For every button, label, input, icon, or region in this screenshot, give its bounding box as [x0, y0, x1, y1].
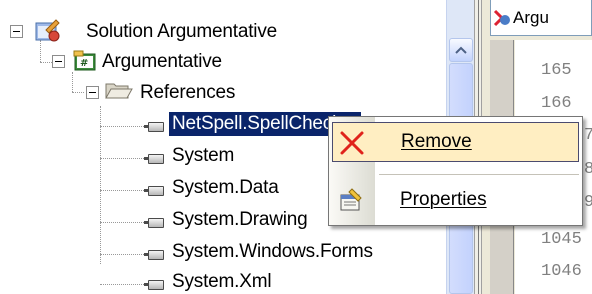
solution-label: Solution Argumentative: [86, 21, 277, 42]
svg-text:#: #: [80, 58, 88, 69]
editor-tab[interactable]: Argu: [490, 0, 592, 36]
tree-node-project[interactable]: Argumentative: [102, 47, 222, 77]
tree-node-reference-system-data[interactable]: System.Data: [172, 173, 279, 203]
line-number: 1045: [541, 230, 582, 249]
assembly-reference-icon: [144, 153, 164, 164]
tree-node-reference-system-windows-forms[interactable]: System.Windows.Forms: [172, 237, 373, 267]
tree-connector: [40, 62, 52, 63]
menu-separator: [379, 174, 579, 175]
tree-node-reference-system-xml[interactable]: System.Xml: [172, 267, 272, 294]
red-x-delete-icon: [340, 131, 364, 155]
collapse-solution-toggle[interactable]: [10, 25, 23, 38]
tree-connector: [100, 254, 144, 255]
assembly-reference-icon: [144, 217, 164, 228]
reference-label: System.Xml: [172, 271, 272, 292]
reference-label: System.Windows.Forms: [172, 241, 373, 262]
menu-item-label: Remove: [401, 131, 472, 152]
tree-connector: [100, 126, 144, 127]
line-number: 166: [541, 94, 572, 113]
tree-node-reference-system-drawing[interactable]: System.Drawing: [172, 205, 308, 235]
scroll-up-button[interactable]: [449, 38, 473, 62]
chevron-up-icon: [455, 46, 467, 54]
tree-connector: [100, 106, 101, 264]
tree-connector: [72, 92, 84, 93]
solution-icon: [35, 19, 60, 42]
assembly-reference-icon: [144, 121, 164, 132]
collapse-project-toggle[interactable]: [52, 55, 65, 68]
tree-node-solution[interactable]: Solution Argumentative: [86, 17, 277, 47]
reference-label: System: [172, 145, 235, 166]
tree-connector: [72, 72, 73, 92]
menu-item-remove[interactable]: Remove: [332, 122, 579, 162]
csharp-project-icon: #: [73, 50, 96, 71]
context-menu: Remove Properties: [328, 116, 583, 226]
tree-connector: [100, 284, 144, 285]
line-number: 9: [584, 193, 592, 212]
references-label: References: [140, 82, 236, 103]
project-label: Argumentative: [102, 51, 222, 72]
tree-connector: [100, 190, 144, 191]
assembly-reference-icon: [144, 249, 164, 260]
open-folder-icon: [105, 83, 133, 99]
reference-label: System.Data: [172, 177, 279, 198]
tree-connector: [100, 158, 144, 159]
menu-item-properties[interactable]: Properties: [332, 180, 579, 220]
assembly-reference-icon: [144, 279, 164, 290]
tree-node-references[interactable]: References: [140, 78, 235, 108]
assembly-reference-icon: [144, 185, 164, 196]
tree-connector: [100, 222, 144, 223]
line-number: 1046: [541, 262, 582, 281]
editor-tab-label: Argu: [513, 7, 549, 27]
collapse-references-toggle[interactable]: [86, 86, 99, 99]
menu-item-label: Properties: [400, 189, 487, 210]
tree-node-reference-system[interactable]: System: [172, 141, 234, 171]
properties-icon: [340, 188, 362, 211]
reference-label: System.Drawing: [172, 209, 308, 230]
tree-connector: [40, 40, 41, 62]
line-number: 165: [541, 61, 572, 80]
line-number: 7: [584, 126, 592, 145]
form-file-icon: [493, 9, 510, 26]
line-number: 8: [584, 160, 592, 179]
